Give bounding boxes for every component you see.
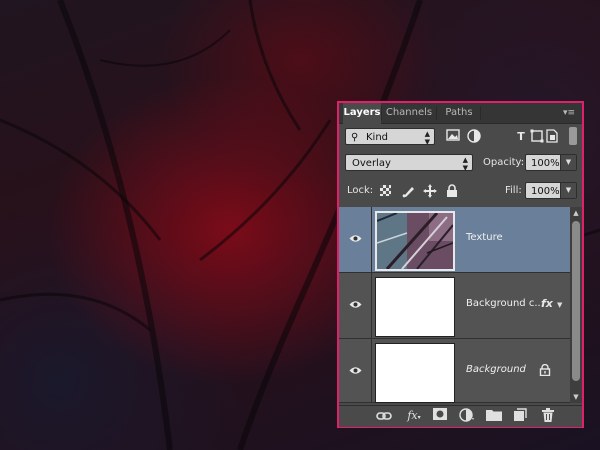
white-thumbnail — [375, 343, 455, 403]
updown-arrows-icon: ▲ ▼ — [462, 156, 468, 172]
tab-channels[interactable]: Channels — [383, 103, 435, 123]
search-icon: ⚲ — [351, 132, 359, 143]
adjustment-filter-icon[interactable] — [466, 129, 482, 145]
new-group-icon[interactable] — [485, 408, 503, 424]
layer-effects-icon[interactable]: fx — [541, 297, 553, 310]
layer-name[interactable]: Texture — [466, 232, 503, 243]
opacity-value: 100% — [531, 158, 560, 169]
fill-input[interactable]: 100% ▼ — [525, 182, 577, 199]
filter-kind-label: Kind — [366, 132, 389, 143]
lock-icon — [539, 364, 551, 376]
chevron-down-icon: ▾ — [417, 414, 421, 421]
eye-icon — [349, 367, 362, 374]
image-filter-icon[interactable] — [445, 129, 461, 145]
scrollbar-thumb[interactable] — [572, 221, 580, 381]
lock-row: Lock: Fill: 100% ▼ — [339, 180, 582, 202]
lock-label: Lock: — [347, 185, 374, 196]
smart-object-filter-icon[interactable] — [544, 129, 560, 145]
layers-scrollbar[interactable]: ▲ ▼ — [570, 207, 582, 403]
filter-toggle-switch[interactable] — [569, 127, 577, 145]
panel-menu-icon[interactable]: ▾≡ — [562, 107, 576, 119]
layer-name[interactable]: Background — [466, 364, 526, 375]
panel-tab-bar: Layers Channels Paths ▾≡ — [339, 103, 582, 124]
type-filter-icon[interactable]: T — [513, 129, 529, 145]
layers-panel: Layers Channels Paths ▾≡ ⚲ Kind ▲ ▼ T Ov… — [337, 101, 584, 428]
visibility-toggle[interactable] — [339, 273, 372, 338]
shape-filter-icon[interactable] — [529, 129, 545, 145]
opacity-input[interactable]: 100% ▼ — [525, 154, 577, 171]
white-thumbnail — [375, 277, 455, 337]
fill-label: Fill: — [505, 185, 522, 196]
eye-icon — [349, 235, 362, 242]
layer-name[interactable]: Background c... — [466, 298, 544, 309]
lock-position-icon[interactable] — [422, 183, 438, 199]
eye-icon — [349, 301, 362, 308]
updown-arrows-icon: ▲ ▼ — [424, 130, 430, 146]
tab-layers[interactable]: Layers — [343, 103, 381, 124]
fill-value: 100% — [531, 186, 560, 197]
scroll-up-arrow-icon[interactable]: ▲ — [570, 207, 582, 219]
fx-label: fx — [407, 409, 418, 422]
blend-row: Overlay ▲ ▼ Opacity: 100% ▼ — [339, 152, 582, 174]
layer-row-texture[interactable]: Texture — [339, 207, 570, 273]
chevron-down-icon[interactable]: ▼ — [557, 301, 562, 309]
visibility-toggle[interactable] — [339, 207, 372, 272]
add-mask-icon[interactable] — [431, 408, 449, 424]
layers-list: Texture Background c... fx ▼ Background — [339, 207, 570, 403]
lock-all-icon[interactable] — [446, 184, 458, 198]
filter-kind-dropdown[interactable]: ⚲ Kind ▲ ▼ — [345, 128, 435, 146]
fx-icon[interactable]: fx▾ — [405, 408, 423, 424]
tab-paths[interactable]: Paths — [438, 103, 480, 123]
layer-row-background[interactable]: Background — [339, 339, 570, 403]
filter-row: ⚲ Kind ▲ ▼ T — [339, 126, 582, 148]
lock-image-pixels-icon[interactable] — [401, 183, 417, 199]
opacity-label: Opacity: — [483, 157, 525, 168]
trash-icon[interactable] — [539, 408, 557, 424]
layer-row-background-copy[interactable]: Background c... fx ▼ — [339, 273, 570, 339]
blend-mode-value: Overlay — [352, 158, 391, 169]
link-layers-icon[interactable] — [375, 408, 393, 424]
panel-bottom-bar: fx▾ — [339, 405, 582, 427]
texture-thumbnail — [375, 211, 455, 271]
blend-mode-dropdown[interactable]: Overlay ▲ ▼ — [345, 154, 473, 172]
scroll-down-arrow-icon[interactable]: ▼ — [570, 391, 582, 403]
lock-transparent-pixels-icon[interactable] — [380, 185, 391, 196]
adjustment-layer-icon[interactable] — [458, 408, 476, 424]
new-layer-icon[interactable] — [511, 408, 529, 424]
chevron-down-icon[interactable]: ▼ — [560, 183, 576, 198]
visibility-toggle[interactable] — [339, 339, 372, 403]
chevron-down-icon[interactable]: ▼ — [560, 155, 576, 170]
